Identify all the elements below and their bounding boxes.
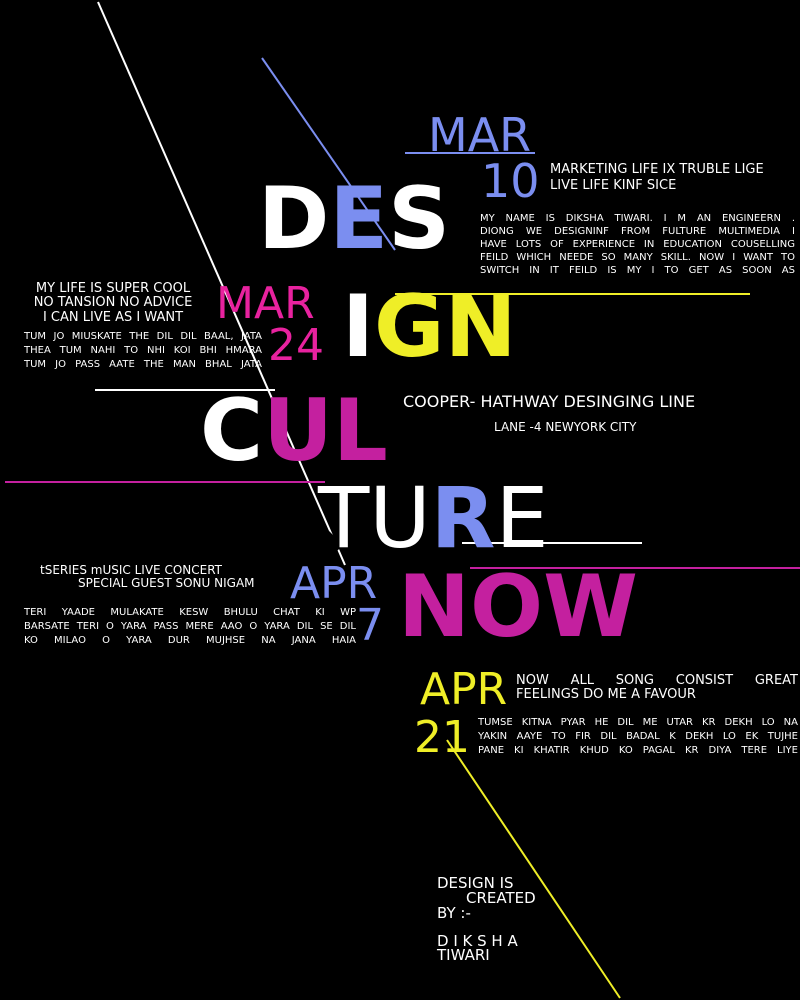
credit-line: CREATED	[466, 889, 536, 907]
headline-letter: R	[430, 469, 496, 567]
event-title: NOW ALL SONG CONSIST GREAT FEELINGS DO M…	[516, 673, 798, 703]
event-day: 24	[268, 320, 324, 371]
headline-letter: I	[342, 277, 374, 377]
event-body-line: THEA TUM NAHI TO NHI KOI BHI HMARA	[24, 345, 262, 356]
event-title-line: SPECIAL GUEST SONU NIGAM	[78, 576, 255, 591]
poster: DES IGN CUL TURE NOW MAR 10 MARKETING LI…	[0, 0, 800, 1000]
event-day: 7	[356, 600, 384, 651]
event-body-line: PANE KI KHATIR KHUD KO PAGAL KR DIYA TER…	[478, 745, 798, 756]
headline-letter: E	[495, 469, 549, 567]
event-body: TUMSE KITNA PYAR HE DIL ME UTAR KR DEKH …	[478, 716, 798, 758]
headline-cul: CUL	[200, 388, 388, 474]
credit-line: BY :-	[437, 904, 471, 922]
event-body-line: TUM JO MIUSKATE THE DIL DIL BAAL, JATA	[24, 331, 262, 342]
headline-ign: IGN	[342, 284, 517, 370]
event-month: MAR	[428, 108, 532, 162]
headline-letters: TU	[318, 469, 431, 567]
headline-letter: D	[258, 169, 330, 269]
event-body-line: TUM JO PASS AATE THE MAN BHAL JATA	[24, 359, 262, 370]
event-title-line: NOW ALL SONG CONSIST GREAT	[516, 673, 798, 688]
headline-letter: S	[388, 169, 451, 269]
event-body-line: TUMSE KITNA PYAR HE DIL ME UTAR KR DEKH …	[478, 717, 798, 728]
credit-name: TIWARI	[437, 946, 490, 964]
event-title-line: MY LIFE IS SUPER COOL	[35, 281, 191, 296]
event-title: MARKETING LIFE IX TRUBLE LIGE LIVE LIFE …	[550, 162, 764, 193]
event-body-line: MY NAME IS DIKSHA TIWARI. I M AN ENGINEE…	[480, 213, 795, 224]
event-body: TUM JO MIUSKATE THE DIL DIL BAAL, JATA T…	[24, 330, 262, 372]
event-day: 10	[481, 154, 540, 208]
event-body-line: SWITCH IN IT FEILD IS MY I TO GET AS SOO…	[480, 265, 795, 276]
event-body: TERI YAADE MULAKATE KESW BHULU CHAT KI W…	[24, 606, 356, 648]
event-day: 21	[414, 712, 470, 763]
event-body: MY NAME IS DIKSHA TIWARI. I M AN ENGINEE…	[480, 212, 795, 277]
event-body-line: KO MILAO O YARA DUR MUJHSE NA JANA HAIA	[24, 635, 356, 646]
venue-line: LANE -4 NEWYORK CITY	[494, 420, 637, 434]
headline-des: DES	[258, 176, 450, 262]
event-title-line: LIVE LIFE KINF SICE	[550, 177, 677, 193]
event-title: MY LIFE IS SUPER COOL NO TANSION NO ADVI…	[20, 281, 206, 325]
event-month: APR	[420, 664, 508, 715]
headline-letter: C	[200, 381, 264, 481]
event-body-line: FEILD WHICH NEEDE SO MANY SKILL. NOW I W…	[480, 252, 795, 263]
headline-now: NOW	[398, 557, 638, 657]
venue-line: COOPER- HATHWAY DESINGING LINE	[403, 392, 696, 411]
headline-letters: GN	[374, 277, 517, 377]
headline-ture: TURE	[318, 476, 549, 560]
event-body-line: DIONG WE DESIGNINF FROM FULTURE MULTIMED…	[480, 226, 795, 237]
event-title: tSERIES mUSIC LIVE CONCERT SPECIAL GUEST…	[40, 563, 290, 591]
event-title-line: I CAN LIVE AS I WANT	[42, 309, 184, 325]
event-body-line: HAVE LOTS OF EXPERIENCE IN EDUCATION COU…	[480, 239, 795, 250]
event-title-line: NO TANSION NO ADVICE	[33, 295, 193, 311]
event-body-line: YAKIN AAYE TO FIR DIL BADAL K DEKH LO EK…	[478, 731, 798, 742]
event-body-line: TERI YAADE MULAKATE KESW BHULU CHAT KI W…	[24, 607, 356, 618]
event-title-line: MARKETING LIFE IX TRUBLE LIGE	[550, 162, 764, 177]
headline-letters: UL	[263, 381, 388, 481]
event-body-line: BARSATE TERI O YARA PASS MERE AAO O YARA…	[24, 621, 356, 632]
headline-letter: E	[329, 169, 389, 269]
event-title-line: FEELINGS DO ME A FAVOUR	[516, 687, 696, 703]
